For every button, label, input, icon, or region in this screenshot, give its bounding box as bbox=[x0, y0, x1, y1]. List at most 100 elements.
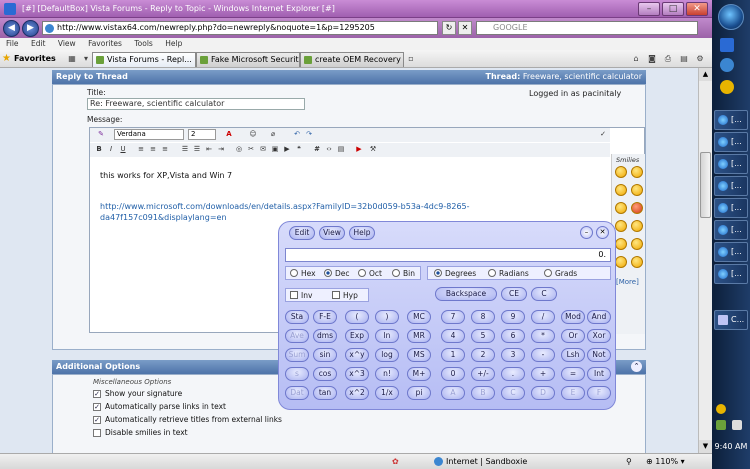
calc-key[interactable]: pi bbox=[407, 386, 431, 400]
home-icon[interactable]: ⌂ bbox=[630, 53, 642, 65]
align-left-icon[interactable]: ≡ bbox=[136, 144, 146, 155]
minimize-button[interactable]: – bbox=[638, 2, 660, 16]
quick-launch-app-icon[interactable] bbox=[720, 80, 734, 94]
back-button[interactable]: ◀ bbox=[3, 20, 20, 37]
quote-icon[interactable]: ❝ bbox=[294, 144, 304, 155]
code-icon[interactable]: ‹› bbox=[324, 144, 334, 155]
tray-network-icon[interactable] bbox=[716, 420, 726, 430]
radio-radians[interactable]: Radians bbox=[488, 269, 529, 278]
wrap-tag-icon[interactable]: # bbox=[312, 144, 322, 155]
calc-key[interactable]: 8 bbox=[471, 310, 495, 324]
print-icon[interactable]: ⎙ bbox=[662, 53, 674, 65]
smiley-icon[interactable] bbox=[631, 166, 643, 178]
feeds-icon[interactable]: ◙ bbox=[646, 53, 658, 65]
tab-vista-forums[interactable]: Vista Forums - Repl... bbox=[92, 52, 196, 67]
calc-key[interactable]: log bbox=[375, 348, 399, 362]
calc-key[interactable]: 3 bbox=[501, 348, 525, 362]
smiley-icon[interactable] bbox=[615, 238, 627, 250]
calc-key[interactable]: E bbox=[561, 386, 585, 400]
calc-key[interactable]: 6 bbox=[501, 329, 525, 343]
backspace-button[interactable]: Backspace bbox=[435, 287, 497, 301]
align-right-icon[interactable]: ≡ bbox=[160, 144, 170, 155]
taskbar-item[interactable]: [... bbox=[714, 198, 748, 218]
tray-app-icon[interactable] bbox=[716, 404, 726, 414]
calc-key[interactable]: s bbox=[285, 367, 309, 381]
bold-icon[interactable]: B bbox=[94, 144, 104, 155]
tab-fake-security[interactable]: Fake Microsoft Securit... bbox=[196, 52, 300, 67]
show-desktop-icon[interactable] bbox=[720, 38, 734, 52]
unlink-icon[interactable]: ✂ bbox=[246, 144, 256, 155]
smiley-icon[interactable] bbox=[615, 202, 627, 214]
menu-view[interactable]: View bbox=[58, 39, 76, 48]
calc-key[interactable]: / bbox=[531, 310, 555, 324]
hyp-checkbox[interactable]: Hyp bbox=[332, 291, 358, 300]
c-button[interactable]: C bbox=[531, 287, 557, 301]
menu-file[interactable]: File bbox=[6, 39, 19, 48]
maximize-button[interactable]: □ bbox=[662, 2, 684, 16]
smiley-icon[interactable] bbox=[615, 166, 627, 178]
calc-key[interactable]: ln bbox=[375, 329, 399, 343]
italic-icon[interactable]: I bbox=[106, 144, 116, 155]
radio-hex[interactable]: Hex bbox=[290, 269, 316, 278]
zone-indicator[interactable]: Internet | Sandboxie bbox=[434, 454, 527, 469]
calc-menu-view[interactable]: View bbox=[319, 226, 345, 240]
spellcheck-icon[interactable]: ✓ bbox=[598, 129, 608, 140]
checkbox[interactable] bbox=[93, 429, 101, 437]
calc-key[interactable]: Exp bbox=[345, 329, 369, 343]
link-icon[interactable]: ◎ bbox=[234, 144, 244, 155]
calc-key[interactable]: Sta bbox=[285, 310, 309, 324]
calc-key[interactable]: Dat bbox=[285, 386, 309, 400]
calc-key[interactable]: 1 bbox=[441, 348, 465, 362]
smiley-icon[interactable] bbox=[631, 256, 643, 268]
checkbox[interactable]: ✓ bbox=[93, 416, 101, 424]
taskbar-item[interactable]: [... bbox=[714, 264, 748, 284]
forward-button[interactable]: ▶ bbox=[22, 20, 39, 37]
calc-close-button[interactable]: ✕ bbox=[596, 226, 609, 239]
spoiler-icon[interactable]: ⚒ bbox=[368, 144, 378, 155]
calc-key[interactable]: Xor bbox=[587, 329, 611, 343]
more-smilies-link[interactable]: [More] bbox=[616, 278, 639, 286]
taskbar-item[interactable]: [... bbox=[714, 220, 748, 240]
radio-oct[interactable]: Oct bbox=[358, 269, 382, 278]
smiley-icon[interactable] bbox=[615, 184, 627, 196]
text-color-icon[interactable]: A bbox=[224, 129, 234, 140]
tab-oem-recovery[interactable]: create OEM Recovery ... bbox=[300, 52, 404, 67]
email-icon[interactable]: ✉ bbox=[258, 144, 268, 155]
indent-icon[interactable]: ⇥ bbox=[216, 144, 226, 155]
redo-icon[interactable]: ↷ bbox=[304, 129, 314, 140]
calc-menu-edit[interactable]: Edit bbox=[289, 226, 315, 240]
calc-menu-help[interactable]: Help bbox=[349, 226, 375, 240]
menu-edit[interactable]: Edit bbox=[31, 39, 46, 48]
calc-key[interactable]: And bbox=[587, 310, 611, 324]
new-tab-icon[interactable]: ▫ bbox=[405, 53, 417, 65]
collapse-icon[interactable]: ⌃ bbox=[631, 361, 642, 372]
youtube-icon[interactable]: ▶ bbox=[354, 144, 364, 155]
unordered-list-icon[interactable]: ☰ bbox=[192, 144, 202, 155]
smiley-icon[interactable] bbox=[631, 220, 643, 232]
calc-key[interactable]: 2 bbox=[471, 348, 495, 362]
taskbar-clock[interactable]: 9:40 AM bbox=[714, 442, 748, 451]
taskbar-item-calculator[interactable]: C... bbox=[714, 310, 748, 330]
calc-key[interactable]: Lsh bbox=[561, 348, 585, 362]
smiley-icon[interactable] bbox=[615, 256, 627, 268]
calc-key[interactable]: Sum bbox=[285, 348, 309, 362]
taskbar-item[interactable]: [... bbox=[714, 154, 748, 174]
calc-key[interactable]: C bbox=[501, 386, 525, 400]
smiley-insert-icon[interactable]: ☺ bbox=[248, 129, 258, 140]
scroll-thumb[interactable] bbox=[700, 152, 711, 218]
radio-grads[interactable]: Grads bbox=[544, 269, 577, 278]
start-button[interactable] bbox=[718, 4, 744, 30]
calc-key[interactable]: M+ bbox=[407, 367, 431, 381]
calc-key[interactable]: ) bbox=[375, 310, 399, 324]
smiley-icon[interactable] bbox=[615, 220, 627, 232]
page-menu-icon[interactable]: ▤ bbox=[678, 53, 690, 65]
quick-launch-ie-icon[interactable] bbox=[720, 58, 734, 72]
calc-key[interactable]: 1/x bbox=[375, 386, 399, 400]
calc-key[interactable]: sin bbox=[313, 348, 337, 362]
stop-icon[interactable]: ✕ bbox=[458, 21, 472, 35]
option-show-signature[interactable]: ✓ Show your signature bbox=[93, 389, 182, 399]
quick-tabs-icon[interactable]: ▦ bbox=[66, 53, 78, 65]
tray-volume-icon[interactable] bbox=[732, 420, 742, 430]
taskbar-item[interactable]: [... bbox=[714, 110, 748, 130]
video-icon[interactable]: ▶ bbox=[282, 144, 292, 155]
